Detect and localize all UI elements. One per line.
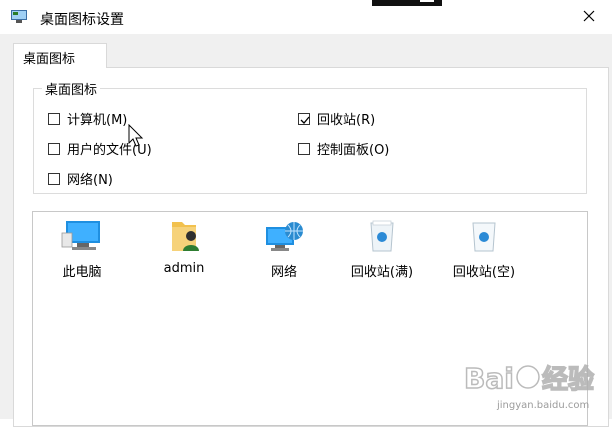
item-caption: 回收站(空) (452, 265, 516, 280)
checkbox-label: 控制面板(O) (317, 143, 390, 158)
tab-label: 桌面图标 (23, 52, 76, 67)
item-caption: 此电脑 (62, 265, 102, 280)
item-caption: 网络 (270, 265, 297, 280)
checkbox-network[interactable]: 网络(N) (48, 169, 113, 188)
desktop-settings-icon (11, 10, 27, 23)
network-icon (266, 222, 303, 251)
recycle-bin-full-icon (370, 220, 394, 252)
checkbox-control-panel[interactable]: 控制面板(O) (298, 139, 389, 158)
mouse-cursor-icon (128, 124, 144, 147)
checkbox-box[interactable] (298, 142, 310, 155)
recycle-bin-empty-icon (472, 222, 496, 252)
list-item-network[interactable]: 网络 (244, 219, 324, 280)
item-caption: 回收站(满) (350, 265, 414, 280)
user-folder-icon (172, 222, 199, 251)
checkbox-label: 计算机(M) (67, 113, 128, 128)
checkbox-recycle-bin[interactable]: 回收站(R) (298, 109, 375, 128)
checkbox-box[interactable] (48, 112, 60, 125)
checkbox-box[interactable] (298, 112, 310, 125)
checkmark-icon (300, 116, 310, 124)
tab-desktop-icons[interactable]: 桌面图标 (13, 43, 107, 68)
checkbox-computer[interactable]: 计算机(M) (48, 109, 127, 128)
checkbox-label: 网络(N) (67, 173, 113, 188)
list-item-this-pc[interactable]: 此电脑 (42, 219, 122, 280)
background-window-edge-gap (420, 0, 434, 2)
watermark-url: jingyan.baidu.com (497, 400, 590, 411)
list-item-admin[interactable]: admin (144, 219, 224, 276)
close-button[interactable] (566, 0, 612, 32)
svg-text:经验: 经验 (542, 364, 594, 395)
checkbox-box[interactable] (48, 142, 60, 155)
checkbox-label: 回收站(R) (317, 113, 376, 128)
close-icon (583, 10, 595, 22)
window-title: 桌面图标设置 (40, 12, 124, 28)
svg-text:Bai: Bai (464, 362, 514, 395)
checkbox-box[interactable] (48, 172, 60, 185)
item-caption: admin (163, 261, 205, 276)
computer-icon (61, 221, 100, 250)
list-item-recycle-bin-full[interactable]: 回收站(满) (342, 219, 422, 280)
title-bar: 桌面图标设置 (0, 0, 612, 34)
groupbox-title: 桌面图标 (42, 79, 101, 98)
list-item-recycle-bin-empty[interactable]: 回收站(空) (444, 219, 524, 280)
